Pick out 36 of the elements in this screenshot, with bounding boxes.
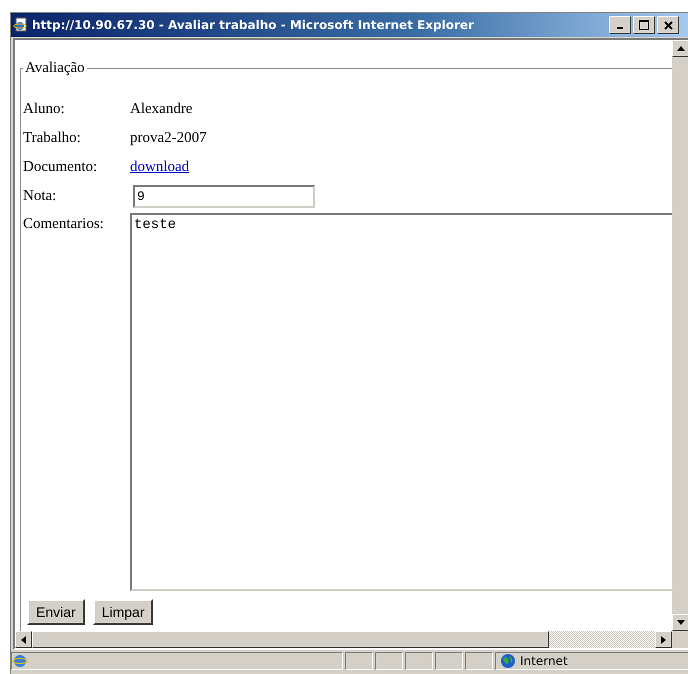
close-button[interactable] xyxy=(657,16,679,34)
scrollbar-thumb[interactable] xyxy=(32,631,549,648)
group-legend: Avaliação xyxy=(23,60,87,77)
status-pane xyxy=(435,652,463,670)
globe-icon xyxy=(500,653,516,669)
browser-page-icon xyxy=(13,17,29,33)
field-label: Comentarios: xyxy=(23,215,105,234)
grade-input-field[interactable]: 9 xyxy=(133,185,315,208)
maximize-icon xyxy=(639,20,649,30)
horizontal-scrollbar[interactable] xyxy=(15,631,688,648)
left-arrow-icon xyxy=(21,636,26,644)
right-arrow-icon xyxy=(661,636,666,644)
download-link[interactable]: download xyxy=(130,159,190,176)
form-button[interactable]: Enviar xyxy=(27,599,85,625)
field-label: Aluno: xyxy=(23,101,66,118)
down-arrow-icon xyxy=(676,620,684,625)
status-pane xyxy=(375,652,403,670)
field-label: Documento: xyxy=(23,159,98,176)
field-value: prova2-2007 xyxy=(130,130,207,147)
close-icon xyxy=(664,20,672,30)
page-status-icon xyxy=(12,653,28,669)
vertical-scrollbar[interactable] xyxy=(672,40,688,631)
status-pane xyxy=(405,652,433,670)
maximize-button[interactable] xyxy=(633,16,655,34)
form-button[interactable]: Limpar xyxy=(92,599,154,625)
up-arrow-icon xyxy=(676,46,684,51)
minimize-button[interactable] xyxy=(609,16,631,34)
field-value: Alexandre xyxy=(130,101,192,118)
status-pane xyxy=(345,652,373,670)
zone-label: Internet xyxy=(520,654,568,668)
field-label: Nota: xyxy=(23,188,58,205)
comments-textarea[interactable]: teste xyxy=(130,213,672,591)
field-label: Trabalho: xyxy=(23,130,82,147)
status-pane xyxy=(465,652,493,670)
scrollbar-corner xyxy=(672,631,688,648)
window-title: http://10.90.67.30 - Avaliar trabalho - Microsoft Internet Explorer xyxy=(32,18,475,32)
